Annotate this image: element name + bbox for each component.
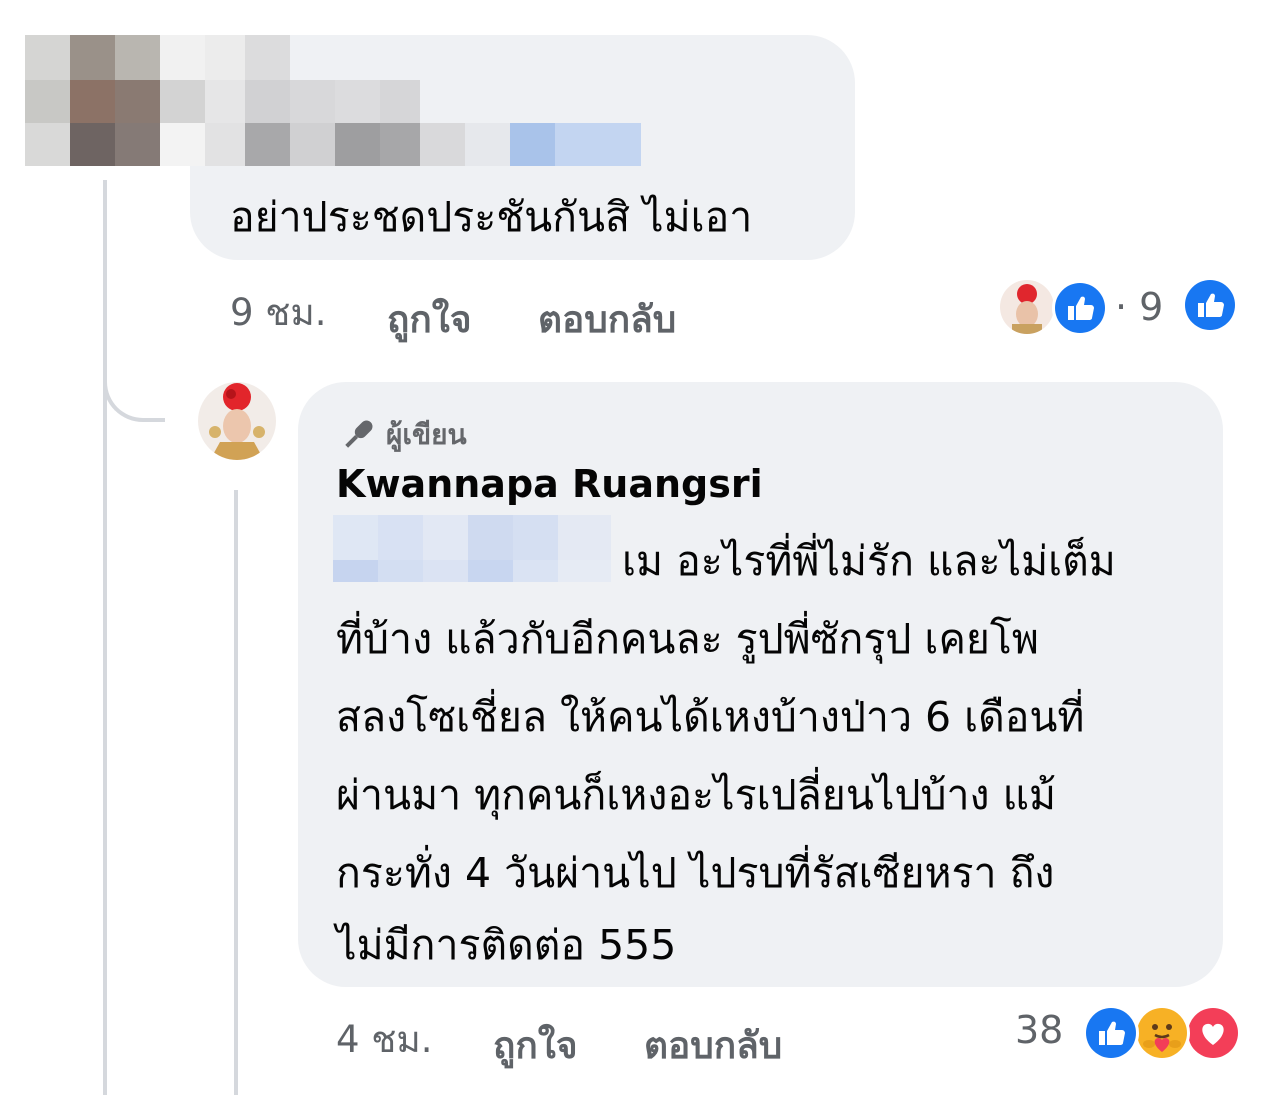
author-badge-label: ผู้เขียน [386,418,467,451]
comment2-like-button[interactable]: ถูกใจ [493,1016,578,1075]
comment2-line-4: ผ่านมา ทุกคนก็เหงอะไรเปลี่ยนไปบ้าง แม้ [336,771,1057,819]
comment2-line-2: ที่บ้าง แล้วกับอีกคนละ รูปพี่ซักรุป เคยโ… [336,615,1039,663]
comment1-time[interactable]: 9 ชม. [230,283,327,342]
thread-line-reply [234,490,238,1095]
like-icon[interactable] [1083,1005,1139,1061]
comment1-reply-button[interactable]: ตอบกลับ [538,290,676,349]
comment1-text: อย่าประชดประชันกันสิ ไม่เอา [230,193,753,241]
comment2-reaction-count[interactable]: 38 [1015,1008,1063,1052]
like-icon[interactable] [1052,280,1108,336]
comment2-reply-button[interactable]: ตอบกลับ [644,1016,782,1075]
thread-line-branch [103,380,165,422]
like-icon[interactable] [1185,280,1235,330]
microphone-icon [338,415,378,455]
comment2-line-6: ไม่มีการติดต่อ 555 [336,921,677,969]
comment2-line-1: เม อะไรที่พี่ไม่รัก และไม่เต็ม [622,537,1116,585]
comment2-author-name[interactable]: Kwannapa Ruangsri [336,462,763,506]
comment2-line-5: กระทั่ง 4 วันผ่านไป ไปรบที่รัสเซียหรา ถึ… [336,849,1055,897]
author-badge: ผู้เขียน [338,413,467,457]
comment1-reaction-count[interactable]: · 9 [1115,285,1163,329]
love-icon[interactable] [1185,1005,1241,1061]
comment1-like-button[interactable]: ถูกใจ [387,290,472,349]
comment2-time[interactable]: 4 ชม. [336,1010,433,1069]
reactor-avatar[interactable] [1000,280,1054,334]
author-avatar[interactable] [198,382,276,460]
thread-line-main [103,180,107,1095]
comment2-line-3: สลงโซเชี่ยล ให้คนได้เหงบ้างป่าว 6 เดือนท… [336,693,1085,741]
care-icon[interactable] [1134,1005,1190,1061]
